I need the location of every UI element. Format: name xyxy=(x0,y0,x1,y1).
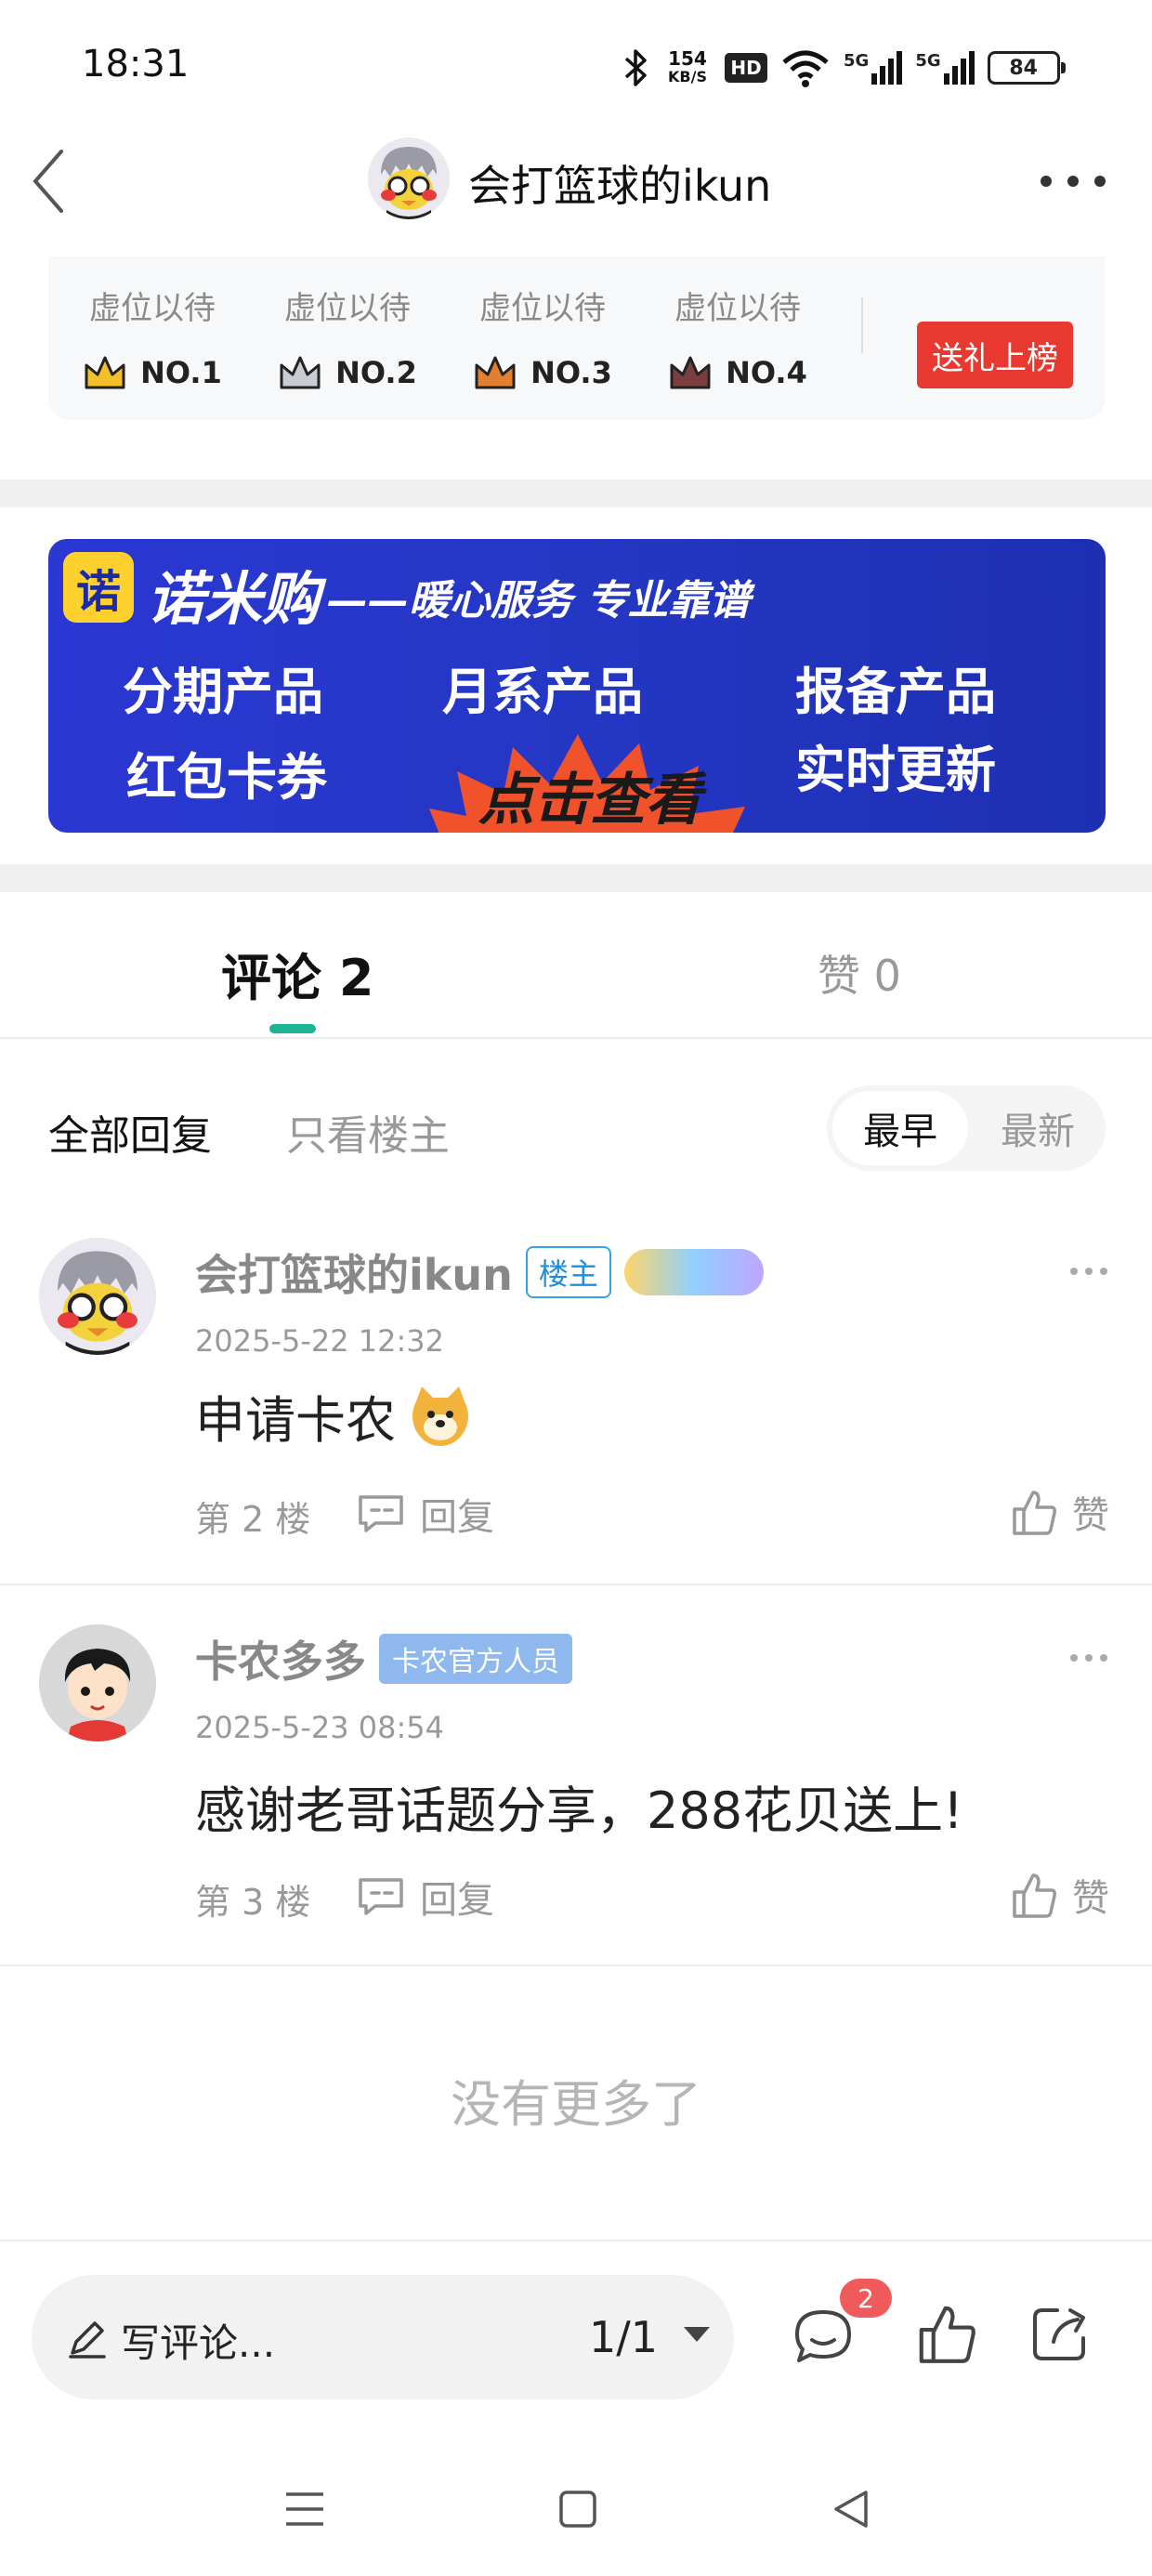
battery-indicator: 84 xyxy=(987,51,1066,85)
caret-down-icon[interactable] xyxy=(684,2327,710,2342)
banner-item-installment: 分期产品 xyxy=(123,663,323,721)
like-button[interactable]: 赞 xyxy=(1009,1868,1109,1922)
chevron-left-icon xyxy=(33,150,63,213)
bluetooth-icon xyxy=(624,49,647,86)
crown-gold-icon xyxy=(85,356,125,389)
avatar[interactable] xyxy=(39,1238,156,1355)
comment-floor: 第 3 楼 xyxy=(195,1882,311,1923)
banner-item-realtime: 实时更新 xyxy=(795,741,996,799)
decor-badge-icon xyxy=(623,1249,764,1295)
section-gap xyxy=(0,480,1152,507)
like-post-button[interactable] xyxy=(914,2301,979,2370)
tab-comments[interactable]: 评论 2 xyxy=(221,937,373,1010)
menu-icon[interactable] xyxy=(284,2489,325,2530)
active-tab-indicator xyxy=(269,1024,316,1033)
thumbs-up-icon xyxy=(919,2306,975,2363)
dot-icon xyxy=(1094,176,1106,187)
filter-all-replies[interactable]: 全部回复 xyxy=(48,1102,212,1162)
share-button[interactable] xyxy=(1026,2299,1094,2372)
avatar-illustration-icon xyxy=(39,1238,156,1355)
hd-icon: HD xyxy=(725,53,767,83)
doge-emoji-icon xyxy=(412,1386,468,1446)
home-square-icon[interactable] xyxy=(557,2489,598,2530)
page-title: 会打篮球的ikun xyxy=(468,161,772,211)
banner-item-monthly: 月系产品 xyxy=(442,663,643,721)
reply-bubble-icon xyxy=(359,1878,403,1915)
rank-slot-3[interactable]: 虚位以待 NO.3 xyxy=(459,283,626,391)
status-time: 18:31 xyxy=(82,43,190,85)
rank-slot-4[interactable]: 虚位以待 NO.4 xyxy=(654,283,821,391)
write-comment-input[interactable]: 写评论... 1/1 xyxy=(32,2275,734,2399)
comment-text: 感谢老哥话题分享，288花贝送上! xyxy=(195,1781,963,1840)
avatar[interactable] xyxy=(39,1624,156,1741)
gift-rank-button[interactable]: 送礼上榜 xyxy=(917,322,1073,388)
thumbs-up-icon xyxy=(1013,1873,1056,1918)
dot-icon xyxy=(1067,176,1079,187)
reply-button[interactable]: 回复 xyxy=(355,1487,494,1541)
divider xyxy=(0,1965,1152,1966)
avatar-illustration-icon xyxy=(368,138,450,219)
comment-floor: 第 2 楼 xyxy=(195,1499,311,1540)
official-badge: 卡农官方人员 xyxy=(379,1634,572,1684)
comment-count-badge: 2 xyxy=(840,2279,892,2318)
signal-5g-2: 5G xyxy=(915,51,975,85)
sort-latest-button[interactable]: 最新 xyxy=(975,1091,1100,1165)
avatar-illustration-icon xyxy=(39,1624,156,1741)
dot-icon xyxy=(1041,176,1052,187)
banner-item-report: 报备产品 xyxy=(795,663,996,721)
write-comment-placeholder: 写评论... xyxy=(121,2320,276,2366)
status-icons: 154 KB/S HD 5G 5G 84 xyxy=(622,45,1066,91)
comment-header: 会打篮球的ikun 楼主 xyxy=(195,1242,764,1303)
section-gap xyxy=(0,864,1152,892)
thumbs-up-icon xyxy=(1013,1491,1056,1535)
back-button[interactable] xyxy=(26,144,72,218)
like-button[interactable]: 赞 xyxy=(1009,1485,1109,1539)
net-speed: 154 KB/S xyxy=(668,47,707,85)
sort-toggle: 最早 最新 xyxy=(827,1085,1106,1171)
brand-logo: 诺 xyxy=(63,552,134,623)
comment-time: 2025-5-23 08:54 xyxy=(195,1710,444,1745)
page-indicator[interactable]: 1/1 xyxy=(589,2312,658,2362)
divider xyxy=(0,1584,1152,1585)
op-badge: 楼主 xyxy=(525,1246,611,1298)
comment-more-button[interactable] xyxy=(1070,1268,1107,1279)
system-nav-bar xyxy=(0,2453,1152,2556)
comment-more-button[interactable] xyxy=(1070,1654,1107,1665)
rank-divider xyxy=(861,297,863,353)
comment-body: 申请卡农 xyxy=(195,1379,474,1452)
banner-item-coupon: 红包卡券 xyxy=(126,748,327,807)
rank-slot-1[interactable]: 虚位以待 NO.1 xyxy=(69,283,236,391)
share-icon xyxy=(1033,2308,1085,2360)
comment-time: 2025-5-22 12:32 xyxy=(195,1323,444,1359)
divider xyxy=(0,2240,1152,2241)
wifi-icon xyxy=(782,50,829,87)
crown-bronze-icon xyxy=(475,356,516,389)
sort-earliest-button[interactable]: 最早 xyxy=(832,1091,968,1165)
author-avatar[interactable] xyxy=(368,138,450,219)
commenter-name[interactable]: 会打篮球的ikun xyxy=(195,1242,513,1303)
no-more-label: 没有更多了 xyxy=(451,2075,701,2134)
more-options-button[interactable] xyxy=(1041,158,1106,204)
banner-cta[interactable]: 点击查看 xyxy=(427,755,753,833)
divider xyxy=(0,1037,1152,1039)
back-triangle-icon[interactable] xyxy=(831,2489,871,2530)
signal-5g-1: 5G xyxy=(844,51,903,85)
crown-silver-icon xyxy=(280,356,321,389)
filter-op-only[interactable]: 只看楼主 xyxy=(286,1102,450,1162)
reply-button[interactable]: 回复 xyxy=(355,1870,494,1924)
pencil-icon xyxy=(69,2321,106,2359)
banner-brand: 诺米购 xyxy=(147,565,321,633)
commenter-name[interactable]: 卡农多多 xyxy=(195,1628,366,1689)
tab-likes[interactable]: 赞 0 xyxy=(818,942,901,1004)
comment-header: 卡农多多 卡农官方人员 xyxy=(195,1628,572,1689)
banner-slogan: ——暖心服务 专业靠谱 xyxy=(327,577,751,624)
crown-dark-icon xyxy=(670,356,711,389)
comment-text: 申请卡农 xyxy=(195,1391,396,1450)
reply-bubble-icon xyxy=(359,1495,403,1532)
promo-banner[interactable]: 诺 诺米购 ——暖心服务 专业靠谱 分期产品 月系产品 报备产品 红包卡券 实时… xyxy=(48,539,1106,833)
rank-slot-2[interactable]: 虚位以待 NO.2 xyxy=(264,283,431,391)
